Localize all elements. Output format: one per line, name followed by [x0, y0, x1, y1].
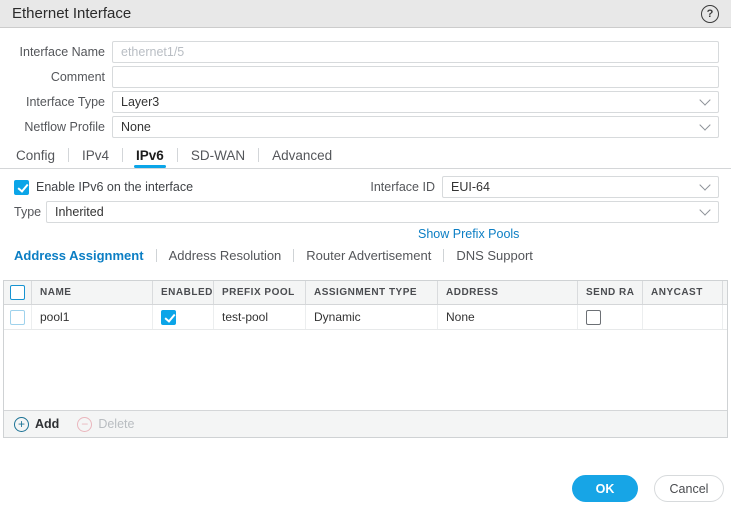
cancel-button[interactable]: Cancel: [654, 475, 724, 502]
column-header-enabled[interactable]: ENABLED: [153, 281, 214, 304]
subtab-address-assignment[interactable]: Address Assignment: [14, 248, 144, 263]
address-assignment-table: NAME ENABLED PREFIX POOL ASSIGNMENT TYPE…: [3, 280, 728, 438]
delete-icon: −: [77, 416, 93, 432]
tab-separator: [68, 148, 70, 162]
subtab-separator: [155, 248, 157, 262]
table-toolbar: + Add − Delete: [4, 410, 727, 437]
table-header-row: NAME ENABLED PREFIX POOL ASSIGNMENT TYPE…: [4, 281, 727, 305]
column-header-name[interactable]: NAME: [32, 281, 153, 304]
add-icon: +: [14, 416, 29, 432]
tab-advanced[interactable]: Advanced: [270, 142, 334, 168]
tab-ipv6[interactable]: IPv6: [134, 142, 166, 168]
cell-enabled: [153, 305, 214, 329]
dialog-title: Ethernet Interface: [12, 5, 132, 22]
column-header-filler: [723, 281, 731, 304]
tab-separator: [258, 148, 260, 162]
interface-name-row: Interface Name: [0, 41, 719, 63]
comment-field[interactable]: [112, 66, 719, 88]
subtab-separator: [293, 248, 295, 262]
enabled-checkbox[interactable]: [161, 309, 176, 325]
ipv6-type-label: Type: [14, 205, 42, 219]
chevron-down-icon: [699, 204, 711, 216]
delete-button[interactable]: − Delete: [77, 416, 135, 432]
subtab-dns-support[interactable]: DNS Support: [456, 248, 533, 263]
column-header-address[interactable]: ADDRESS: [438, 281, 578, 304]
ipv6-subtabs: Address Assignment Address Resolution Ro…: [14, 246, 533, 264]
enable-ipv6-label: Enable IPv6 on the interface: [36, 180, 194, 194]
tab-separator: [176, 148, 178, 162]
netflow-profile-row: Netflow Profile None: [0, 116, 719, 138]
netflow-profile-label: Netflow Profile: [24, 120, 105, 134]
ipv6-type-select[interactable]: Inherited: [46, 201, 719, 223]
chevron-down-icon: [699, 119, 711, 131]
enable-ipv6-checkbox[interactable]: [14, 179, 29, 195]
chevron-down-icon: [699, 179, 711, 191]
netflow-profile-value: None: [121, 120, 151, 134]
interface-id-label: Interface ID: [370, 180, 435, 194]
ok-button[interactable]: OK: [572, 475, 638, 502]
subtab-router-advertisement[interactable]: Router Advertisement: [306, 248, 431, 263]
interface-name-field[interactable]: [112, 41, 719, 63]
subtab-separator: [443, 248, 445, 262]
column-header-send-ra[interactable]: SEND RA: [578, 281, 643, 304]
interface-name-label: Interface Name: [19, 45, 105, 59]
interface-id-value: EUI-64: [451, 180, 490, 194]
interface-id-select[interactable]: EUI-64: [442, 176, 719, 198]
netflow-profile-select[interactable]: None: [112, 116, 719, 138]
add-button[interactable]: + Add: [14, 416, 60, 432]
show-prefix-pools-link[interactable]: Show Prefix Pools: [418, 227, 519, 241]
cell-assignment-type: Dynamic: [306, 305, 438, 329]
column-header-anycast[interactable]: ANYCAST: [643, 281, 723, 304]
comment-row: Comment: [0, 66, 719, 88]
subtab-address-resolution[interactable]: Address Resolution: [169, 248, 282, 263]
header-select-cell: [4, 281, 32, 304]
help-icon[interactable]: ?: [701, 4, 719, 23]
tab-ipv4[interactable]: IPv4: [80, 142, 111, 168]
tab-config[interactable]: Config: [14, 142, 57, 168]
chevron-down-icon: [699, 94, 711, 106]
cell-anycast: [643, 305, 723, 329]
row-select-checkbox[interactable]: [10, 309, 25, 325]
column-header-assignment-type[interactable]: ASSIGNMENT TYPE: [306, 281, 438, 304]
interface-id-group: Interface ID EUI-64: [370, 176, 719, 198]
interface-type-row: Interface Type Layer3: [0, 91, 719, 113]
row-select-cell: [4, 305, 32, 329]
dialog-titlebar: Ethernet Interface ?: [0, 0, 731, 28]
interface-type-value: Layer3: [121, 95, 160, 109]
send-ra-checkbox[interactable]: [586, 309, 601, 325]
cell-name: pool1: [32, 305, 153, 329]
tab-sd-wan[interactable]: SD-WAN: [189, 142, 247, 168]
cell-filler: [723, 305, 731, 329]
tab-separator: [122, 148, 124, 162]
enable-ipv6-row: Enable IPv6 on the interface Interface I…: [14, 176, 719, 198]
ethernet-interface-dialog: Ethernet Interface ? Interface Name Comm…: [0, 0, 731, 515]
main-tabs: Config IPv4 IPv6 SD-WAN Advanced: [14, 142, 334, 168]
tabs-divider: [0, 168, 731, 169]
comment-label: Comment: [50, 70, 105, 84]
ipv6-type-value: Inherited: [55, 205, 104, 219]
table-row[interactable]: pool1 test-pool Dynamic None: [4, 305, 727, 330]
interface-type-select[interactable]: Layer3: [112, 91, 719, 113]
ipv6-type-row: Type Inherited: [14, 201, 719, 223]
cell-prefix-pool: test-pool: [214, 305, 306, 329]
column-header-prefix-pool[interactable]: PREFIX POOL: [214, 281, 306, 304]
table-empty-area: [4, 330, 727, 410]
cell-address: None: [438, 305, 578, 329]
delete-button-label: Delete: [98, 417, 135, 431]
add-button-label: Add: [35, 417, 60, 431]
select-all-checkbox[interactable]: [10, 285, 25, 300]
interface-type-label: Interface Type: [26, 95, 105, 109]
cell-send-ra: [578, 305, 643, 329]
